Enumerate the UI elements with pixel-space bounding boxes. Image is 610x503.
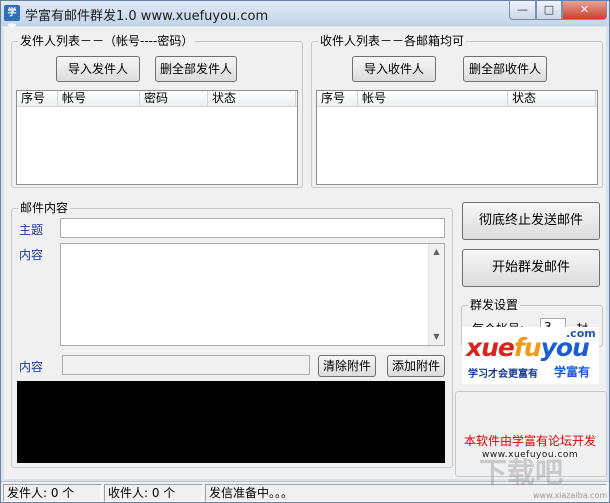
- logo-fu: fu: [513, 333, 542, 362]
- log-panel: [17, 381, 445, 463]
- recipient-col-index[interactable]: 序号: [317, 91, 358, 106]
- sender-list[interactable]: 序号 帐号 密码 状态: [16, 90, 298, 185]
- app-icon: 学富: [4, 5, 20, 34]
- credit-text: 本软件由学富有论坛开发: [464, 434, 597, 448]
- title-bar[interactable]: 学富 学富有邮件群发1.0 www.xuefuyou.com — □ ✕: [1, 1, 609, 34]
- attachment-field: [62, 355, 310, 375]
- recipient-group: 收件人列表－－各邮箱均可 导入收件人 删全部收件人 序号 帐号 状态: [311, 34, 603, 188]
- logo-wordmark: xuefuyou: [466, 333, 590, 362]
- delete-all-senders-button[interactable]: 删全部发件人: [155, 56, 237, 82]
- logo-name: 学富有: [554, 365, 591, 379]
- subject-label: 主题: [19, 223, 44, 237]
- sender-col-password[interactable]: 密码: [140, 91, 208, 106]
- window-title: 学富有邮件群发1.0 www.xuefuyou.com: [25, 9, 269, 24]
- logo-xue: xue: [466, 333, 515, 362]
- delete-all-recipients-button[interactable]: 删全部收件人: [463, 56, 547, 82]
- content-label: 内容: [19, 248, 44, 262]
- xuefuyou-logo: .com xuefuyou 学习才会更富有 学富有: [462, 327, 599, 384]
- settings-group-title: 群发设置: [468, 298, 521, 313]
- add-attachment-button[interactable]: 添加附件: [387, 355, 445, 377]
- scroll-down-icon[interactable]: ▼: [429, 329, 444, 345]
- watermark-url: www.xiazaiba.com: [533, 491, 608, 500]
- clear-attachment-button[interactable]: 清除附件: [318, 355, 376, 377]
- maximize-button[interactable]: □: [536, 1, 562, 20]
- scroll-up-icon[interactable]: ▲: [429, 244, 444, 260]
- logo-you: you: [540, 333, 590, 362]
- recipient-group-title: 收件人列表－－各邮箱均可: [318, 34, 467, 49]
- sender-list-header: 序号 帐号 密码 状态: [17, 91, 297, 107]
- import-recipient-button[interactable]: 导入收件人: [352, 56, 436, 82]
- content-textarea[interactable]: [60, 243, 445, 346]
- mail-group-title: 邮件内容: [18, 201, 71, 216]
- close-button[interactable]: ✕: [562, 1, 607, 20]
- status-sender-count: 发件人: 0 个: [3, 484, 102, 502]
- sender-col-index[interactable]: 序号: [17, 91, 58, 106]
- sender-col-account[interactable]: 帐号: [58, 91, 140, 106]
- logo-slogan: 学习才会更富有: [468, 369, 538, 380]
- recipient-list-header: 序号 帐号 状态: [317, 91, 597, 107]
- recipient-col-account[interactable]: 帐号: [358, 91, 508, 106]
- mail-group: 邮件内容 主题 内容 ▲ ▼ 内容 清除附件 添加附件: [11, 201, 453, 468]
- subject-input[interactable]: [60, 218, 445, 238]
- minimize-button[interactable]: —: [509, 1, 536, 20]
- sender-group-title: 发件人列表－－（帐号----密码）: [18, 34, 196, 49]
- content-scrollbar[interactable]: ▲ ▼: [428, 244, 444, 345]
- client-area: 发件人列表－－（帐号----密码） 导入发件人 删全部发件人 序号 帐号 密码 …: [4, 27, 607, 479]
- watermark: 下载吧: [479, 456, 564, 489]
- stop-sending-button[interactable]: 彻底终止发送邮件: [462, 202, 600, 240]
- status-recipient-count: 收件人: 0 个: [104, 484, 203, 502]
- recipient-list[interactable]: 序号 帐号 状态: [316, 90, 598, 185]
- import-sender-button[interactable]: 导入发件人: [56, 56, 140, 82]
- attachment-label: 内容: [19, 360, 44, 374]
- start-sending-button[interactable]: 开始群发邮件: [462, 249, 600, 287]
- recipient-col-status[interactable]: 状态: [508, 91, 596, 106]
- sender-col-status[interactable]: 状态: [208, 91, 296, 106]
- sender-group: 发件人列表－－（帐号----密码） 导入发件人 删全部发件人 序号 帐号 密码 …: [11, 34, 303, 188]
- main-window: 学富 学富有邮件群发1.0 www.xuefuyou.com — □ ✕ 发件人…: [0, 0, 610, 503]
